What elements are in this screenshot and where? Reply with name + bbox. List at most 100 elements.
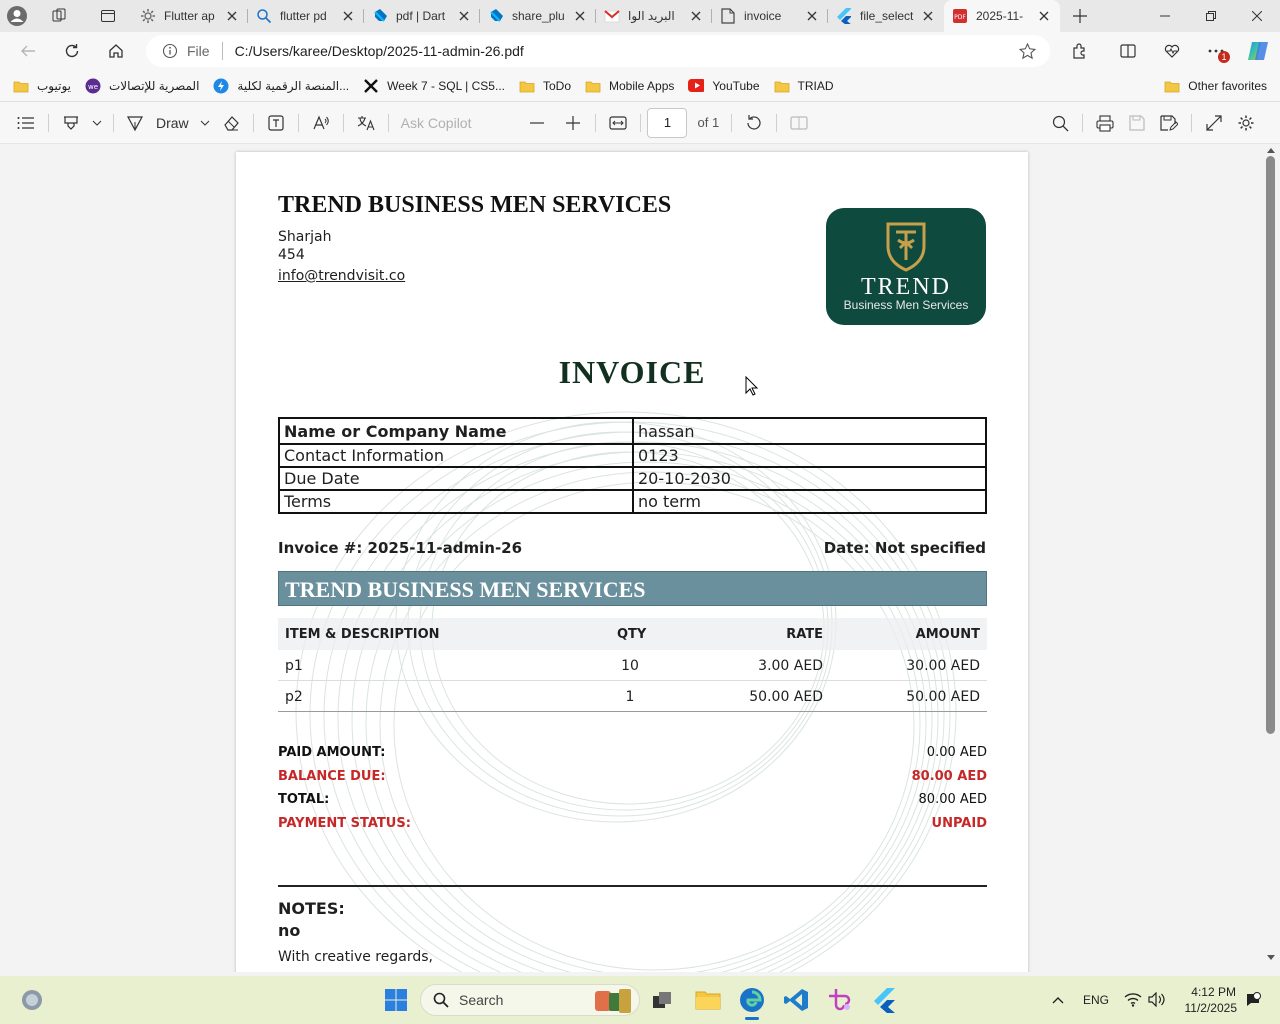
edge-taskbar-button[interactable] xyxy=(732,980,772,1020)
widgets-button[interactable] xyxy=(12,980,52,1020)
tab-4[interactable]: share_plu xyxy=(480,0,596,32)
task-view-button[interactable] xyxy=(642,980,682,1020)
tab-6[interactable]: invoice xyxy=(712,0,828,32)
company-name: TREND BUSINESS MEN SERVICES xyxy=(278,192,672,218)
home-button[interactable] xyxy=(94,32,138,70)
wifi-icon[interactable] xyxy=(1124,992,1142,1007)
clock-date[interactable]: 11/2/2025 xyxy=(1185,1001,1238,1015)
ask-copilot-button[interactable]: Ask Copilot xyxy=(395,107,478,139)
pdf-settings-button[interactable] xyxy=(1230,107,1262,139)
erase-button[interactable] xyxy=(215,107,247,139)
refresh-button[interactable] xyxy=(50,32,94,70)
clock-time[interactable]: 4:12 PM xyxy=(1191,985,1236,999)
close-tab-icon[interactable] xyxy=(688,8,704,24)
favorites-bar: يوتيوب we المصرية للإتصالات المنصة الرقمية … xyxy=(0,70,1280,102)
find-button[interactable] xyxy=(1044,107,1076,139)
favorite-item[interactable]: المنصة الرقمية لكلية... xyxy=(206,72,356,100)
ask-copilot-label: Ask Copilot xyxy=(400,114,472,131)
notification-center-icon[interactable] xyxy=(1245,992,1261,1008)
favorite-item[interactable]: Week 7 - SQL | CS5... xyxy=(356,72,512,100)
company-email[interactable]: info@trendvisit.co xyxy=(278,268,405,284)
close-tab-icon[interactable] xyxy=(456,8,472,24)
other-favorites[interactable]: Other favorites xyxy=(1157,72,1274,100)
copilot-button[interactable] xyxy=(1236,32,1280,70)
translate-button[interactable] xyxy=(350,107,382,139)
snipping-tool-button[interactable] xyxy=(820,980,860,1020)
search-icon xyxy=(433,992,449,1008)
close-tab-icon[interactable] xyxy=(1036,8,1052,24)
flutter-app-button[interactable] xyxy=(864,980,904,1020)
file-explorer-button[interactable] xyxy=(688,980,728,1020)
tab-3[interactable]: pdf | Dart xyxy=(364,0,480,32)
show-hidden-icons-button[interactable] xyxy=(1038,980,1078,1020)
add-text-button[interactable] xyxy=(260,107,292,139)
info-row: Terms no term xyxy=(278,489,987,514)
close-tab-icon[interactable] xyxy=(224,8,240,24)
tab-8[interactable]: PDF 2025-11- xyxy=(944,0,1060,32)
info-icon[interactable] xyxy=(162,43,178,59)
zoom-in-button[interactable] xyxy=(557,107,589,139)
print-button[interactable] xyxy=(1089,107,1121,139)
language-indicator[interactable]: ENG xyxy=(1083,993,1109,1007)
favorite-item[interactable]: Mobile Apps xyxy=(578,72,681,100)
save-as-button[interactable] xyxy=(1153,107,1185,139)
vscode-taskbar-button[interactable] xyxy=(776,980,816,1020)
highlight-button[interactable] xyxy=(55,107,87,139)
favorite-item[interactable]: ToDo xyxy=(512,72,578,100)
draw-button[interactable]: Draw xyxy=(120,107,195,139)
address-bar[interactable]: File C:/Users/karee/Desktop/2025-11-admi… xyxy=(146,35,1050,67)
total-label: PAID AMOUNT: xyxy=(278,745,386,760)
zoom-out-button[interactable] xyxy=(521,107,553,139)
toolbar-divider xyxy=(252,113,254,132)
restore-button[interactable] xyxy=(1188,0,1234,32)
close-tab-icon[interactable] xyxy=(804,8,820,24)
start-button[interactable] xyxy=(376,980,416,1020)
vertical-scrollbar[interactable] xyxy=(1262,144,1280,972)
draw-dropdown[interactable] xyxy=(195,107,215,139)
scroll-down-icon[interactable] xyxy=(1266,954,1276,962)
favorite-item[interactable]: TRIAD xyxy=(767,72,841,100)
scrollbar-thumb[interactable] xyxy=(1266,156,1275,734)
close-window-button[interactable] xyxy=(1234,0,1280,32)
profile-button[interactable] xyxy=(0,0,34,32)
scroll-up-icon[interactable] xyxy=(1266,146,1276,154)
close-tab-icon[interactable] xyxy=(340,8,356,24)
item-rate: 3.00 AED xyxy=(758,658,823,674)
fullscreen-button[interactable] xyxy=(1198,107,1230,139)
translate-icon xyxy=(356,114,376,132)
highlight-dropdown[interactable] xyxy=(87,107,107,139)
new-tab-button[interactable] xyxy=(1060,0,1100,32)
tab-actions-button[interactable] xyxy=(84,0,132,32)
page-number-input[interactable]: 1 xyxy=(647,107,688,138)
tab-7[interactable]: file_select xyxy=(828,0,944,32)
tab-1[interactable]: Flutter ap xyxy=(132,0,248,32)
url-text[interactable]: C:/Users/karee/Desktop/2025-11-admin-26.… xyxy=(235,43,524,59)
volume-icon[interactable] xyxy=(1148,992,1166,1007)
save-button[interactable] xyxy=(1121,107,1153,139)
tab-5[interactable]: البريد الوا xyxy=(596,0,712,32)
minimize-button[interactable] xyxy=(1142,0,1188,32)
workspaces-button[interactable] xyxy=(34,0,84,32)
tab-2[interactable]: flutter pd xyxy=(248,0,364,32)
split-screen-button[interactable] xyxy=(1106,32,1150,70)
contents-button[interactable] xyxy=(10,107,42,139)
back-button[interactable] xyxy=(6,32,50,70)
read-aloud-button[interactable] xyxy=(305,107,337,139)
favorite-item[interactable]: يوتيوب xyxy=(6,72,78,100)
taskbar-search[interactable]: Search xyxy=(420,984,640,1016)
rotate-icon xyxy=(745,114,763,132)
favorite-star-icon[interactable] xyxy=(1019,43,1036,60)
favorite-item[interactable]: YouTube xyxy=(681,72,766,100)
pdf-viewer[interactable]: TREND BUSINESS MEN SERVICES Sharjah 454 … xyxy=(0,144,1262,972)
close-tab-icon[interactable] xyxy=(572,8,588,24)
gmail-icon xyxy=(604,8,620,24)
info-label: Due Date xyxy=(278,466,634,491)
close-tab-icon[interactable] xyxy=(920,8,936,24)
settings-more-button[interactable]: 1 xyxy=(1194,32,1238,70)
page-view-button[interactable] xyxy=(783,107,815,139)
fit-page-button[interactable] xyxy=(602,107,634,139)
rotate-button[interactable] xyxy=(738,107,770,139)
extensions-button[interactable] xyxy=(1058,32,1102,70)
browser-essentials-button[interactable] xyxy=(1150,32,1194,70)
favorite-item[interactable]: we المصرية للإتصالات xyxy=(78,72,206,100)
